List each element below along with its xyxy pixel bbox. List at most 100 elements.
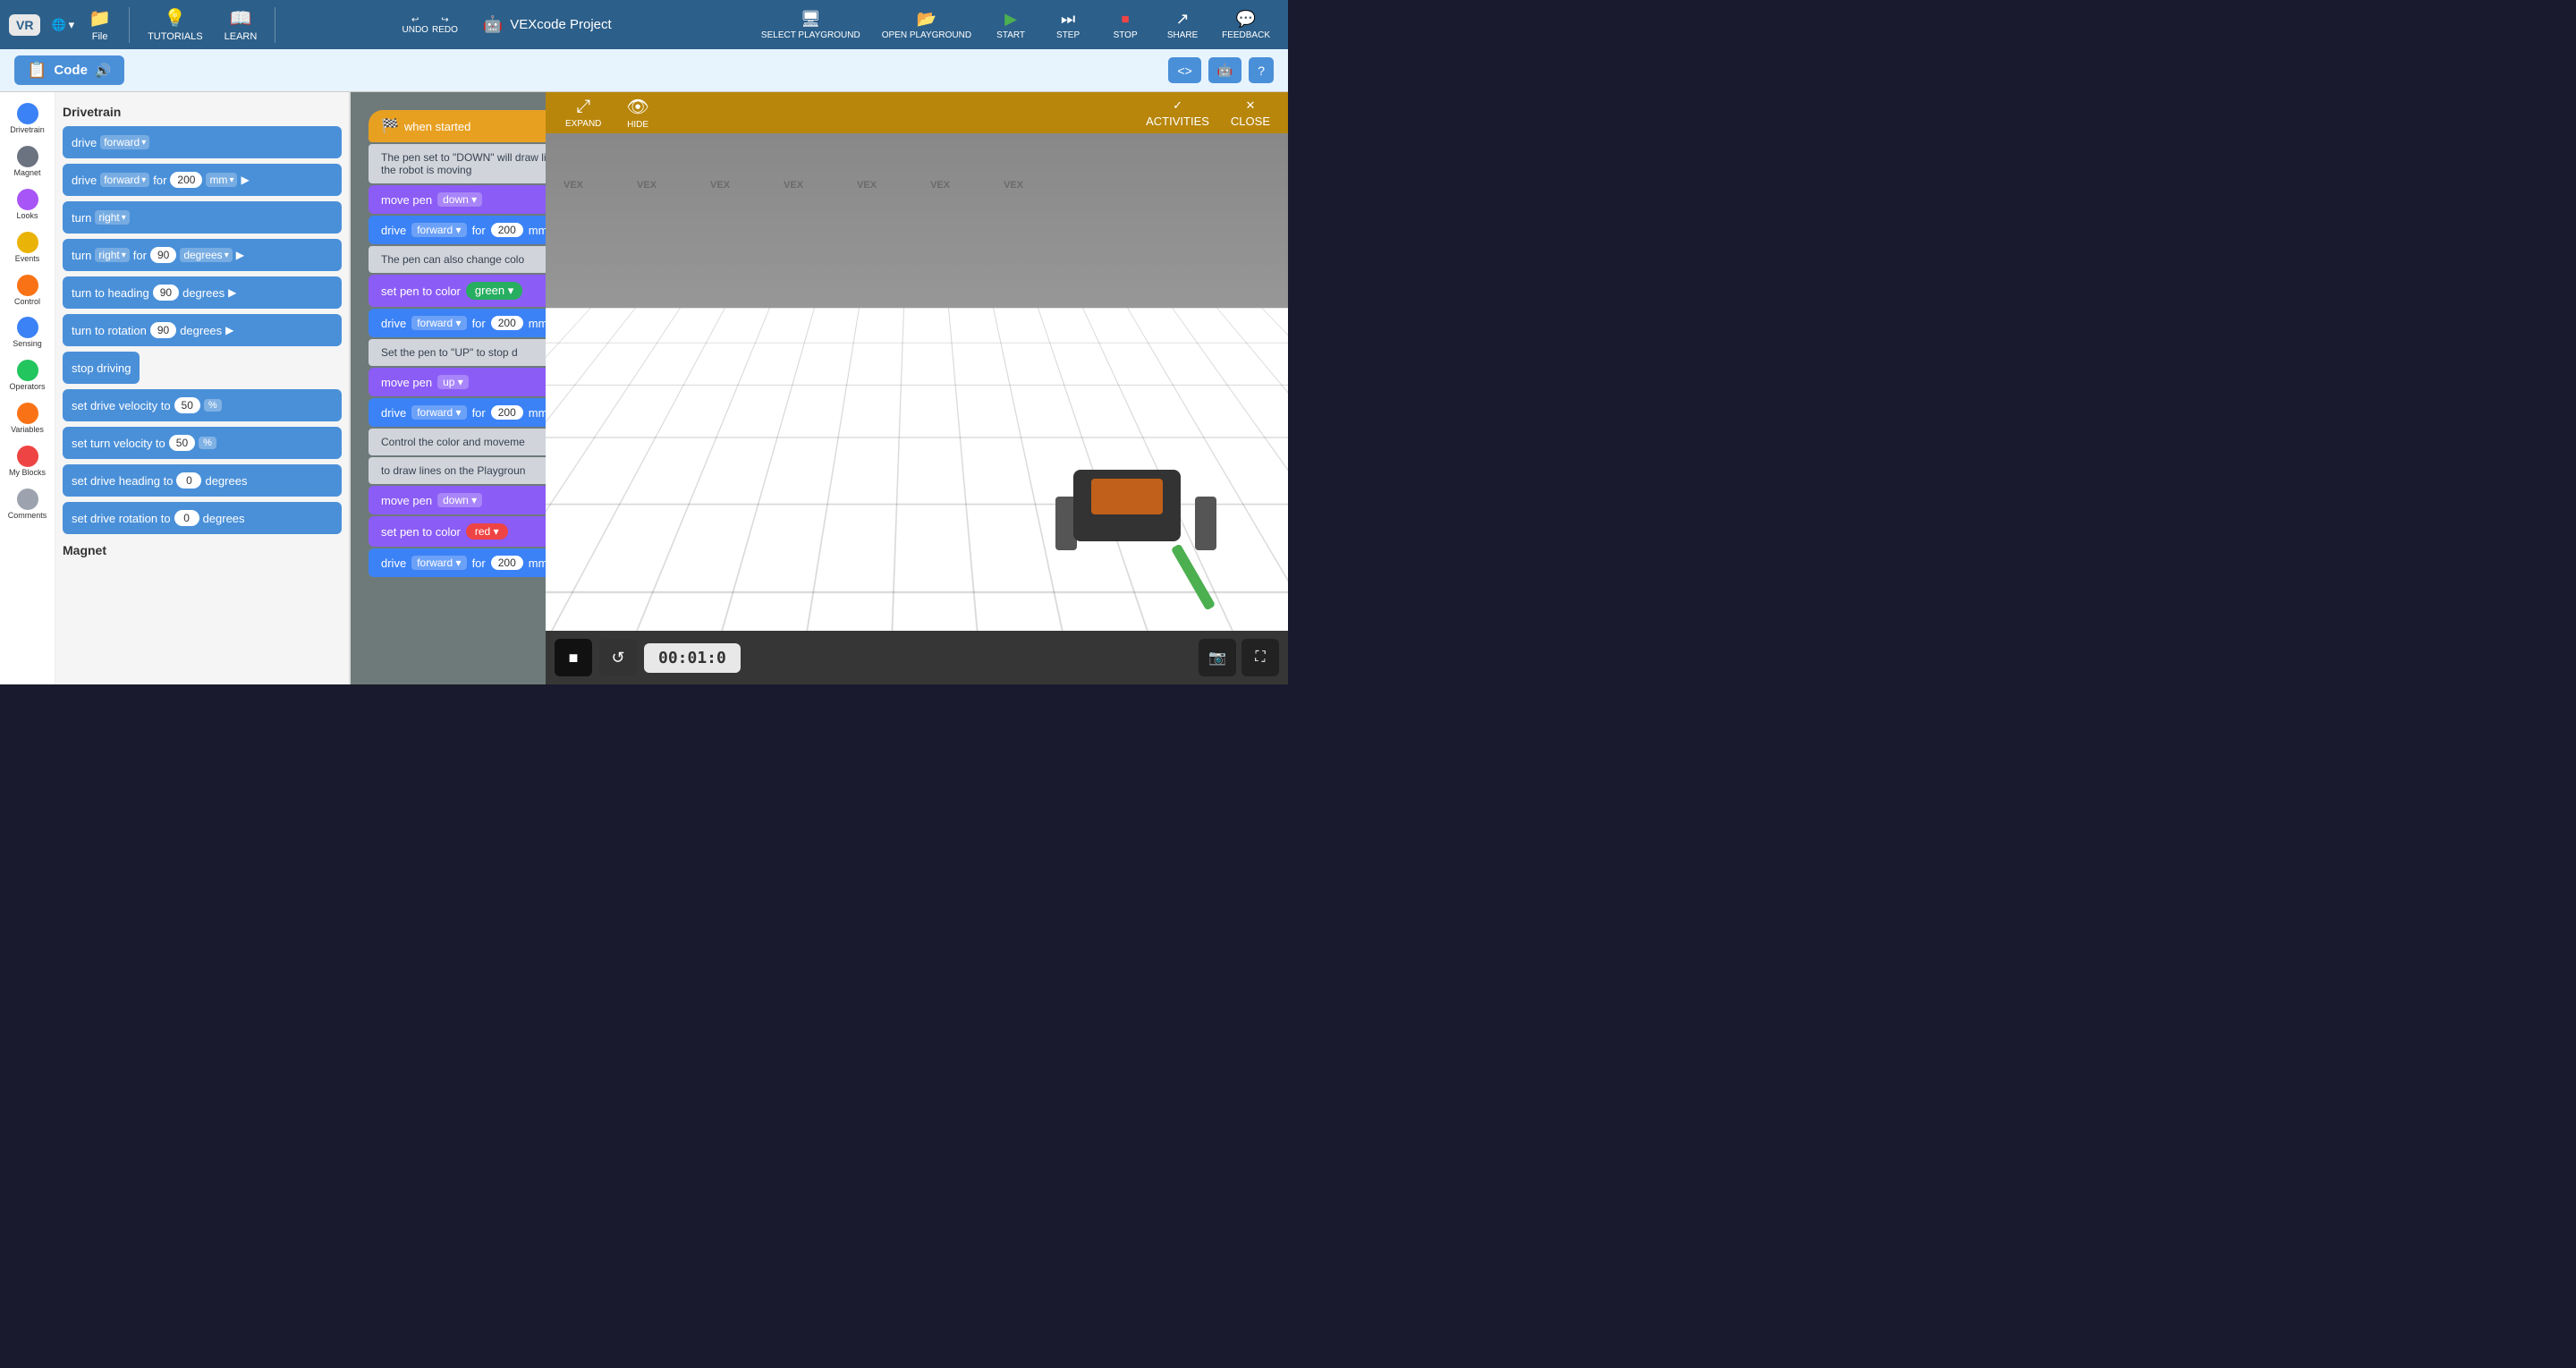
stop-label: STOP: [1114, 30, 1138, 40]
hide-label: HIDE: [627, 120, 648, 130]
block-sdv-pct: %: [204, 399, 222, 412]
code-tab[interactable]: 📋 Code 🔊: [14, 55, 124, 85]
share-btn[interactable]: ↗ SHARE: [1156, 6, 1209, 44]
block-set-drive-rotation[interactable]: set drive rotation to 0 degrees: [63, 502, 342, 534]
activities-btn[interactable]: ✓ ACTIVITIES: [1137, 95, 1218, 132]
learn-label: LEARN: [225, 31, 258, 42]
sidebar-item-variables[interactable]: Variables: [2, 399, 54, 438]
select-playground-btn[interactable]: 🖥 SELECT PLAYGROUND: [752, 6, 869, 44]
help-btn[interactable]: ?: [1249, 57, 1274, 83]
block-turn-right[interactable]: turn right ▾: [63, 201, 342, 234]
canvas-fwd3-dropdown[interactable]: forward ▾: [411, 405, 466, 420]
block-stv-input[interactable]: 50: [169, 435, 195, 451]
code-canvas[interactable]: 🏁 when started The pen set to "DOWN" wil…: [351, 92, 1288, 684]
canvas-drive4-text: drive: [381, 557, 406, 570]
expand-btn[interactable]: ⤢ EXPAND: [555, 93, 612, 132]
camera-btn[interactable]: 📷: [1199, 639, 1236, 676]
block-sdr-input[interactable]: 0: [174, 510, 199, 526]
categories-sidebar: Drivetrain Magnet Looks Events Control S…: [0, 92, 55, 684]
block-sdv-input[interactable]: 50: [174, 397, 200, 413]
feedback-btn[interactable]: 💬 FEEDBACK: [1213, 6, 1279, 44]
code-tab-icon: 📋: [27, 61, 47, 80]
block-90-input[interactable]: 90: [150, 247, 176, 263]
sim-close-btn[interactable]: ✕ CLOSE: [1222, 95, 1279, 132]
canvas-200-input3[interactable]: 200: [491, 405, 523, 420]
block-turn-to-heading[interactable]: turn to heading 90 degrees ▶: [63, 276, 342, 309]
open-playground-btn[interactable]: 📂 OPEN PLAYGROUND: [873, 6, 980, 44]
block-stv-pct: %: [199, 437, 216, 449]
sidebar-item-magnet[interactable]: Magnet: [2, 142, 54, 182]
block-turn-to-rotation[interactable]: turn to rotation 90 degrees ▶: [63, 314, 342, 346]
sidebar-item-operators[interactable]: Operators: [2, 356, 54, 395]
block-200-input[interactable]: 200: [170, 172, 202, 188]
canvas-fwd4-dropdown[interactable]: forward ▾: [411, 556, 466, 570]
block-set-drive-velocity[interactable]: set drive velocity to 50 %: [63, 389, 342, 421]
block-sdv-text: set drive velocity to: [72, 399, 171, 412]
pen-color-red[interactable]: red ▾: [466, 523, 508, 540]
sidebar-item-myblocks[interactable]: My Blocks: [2, 442, 54, 481]
pen-up-dropdown[interactable]: up ▾: [437, 375, 469, 389]
sidebar-item-drivetrain[interactable]: Drivetrain: [2, 99, 54, 139]
block-right2-dropdown[interactable]: right ▾: [95, 248, 129, 262]
globe-icon: 🌐: [51, 18, 65, 32]
block-forward2-dropdown[interactable]: forward ▾: [100, 173, 149, 187]
redo-label: REDO: [432, 25, 458, 35]
block-forward-dropdown[interactable]: forward ▾: [100, 135, 149, 149]
close-label: CLOSE: [1231, 115, 1270, 128]
vex-logo-strip: VEX VEX VEX VEX VEX VEX VEX: [546, 174, 1288, 196]
tooltip-4-text: Control the color and moveme: [381, 436, 525, 448]
file-menu[interactable]: 📁 File: [81, 4, 118, 46]
step-icon: ⏭: [1061, 10, 1075, 29]
main-layout: Drivetrain Magnet Looks Events Control S…: [0, 92, 1288, 684]
tutorials-icon: 💡: [164, 7, 186, 30]
sim-stop-btn[interactable]: ■: [555, 639, 592, 676]
move-pen-down2-text: move pen: [381, 494, 432, 507]
block-rotation-input[interactable]: 90: [150, 322, 176, 338]
block-set-turn-velocity[interactable]: set turn velocity to 50 %: [63, 427, 342, 459]
block-heading-input[interactable]: 90: [153, 285, 179, 301]
block-turn-right-90[interactable]: turn right ▾ for 90 degrees ▾ ▶: [63, 239, 342, 271]
block-drive-forward[interactable]: drive forward ▾: [63, 126, 342, 158]
block-right-dropdown[interactable]: right ▾: [95, 210, 129, 225]
code-view-btn[interactable]: <>: [1168, 57, 1200, 83]
pen-color-green[interactable]: green ▾: [466, 282, 522, 300]
events-dot: [17, 232, 38, 253]
globe-arrow: ▾: [69, 18, 75, 32]
fullscreen-btn[interactable]: ⛶: [1241, 639, 1279, 676]
vr-logo[interactable]: VR: [9, 14, 40, 36]
block-mm-dropdown[interactable]: mm ▾: [206, 173, 237, 187]
canvas-for2-text: for: [472, 317, 486, 330]
share-icon: ↗: [1176, 10, 1190, 29]
pen-down-dropdown[interactable]: down ▾: [437, 192, 482, 207]
start-btn[interactable]: ▶ START: [984, 6, 1038, 44]
redo-btn[interactable]: ↪ REDO: [432, 15, 458, 35]
globe-menu[interactable]: 🌐 ▾: [51, 18, 74, 32]
canvas-200-input[interactable]: 200: [491, 223, 523, 237]
tutorials-btn[interactable]: 💡 TUTORIALS: [140, 4, 210, 46]
pen-down2-dropdown[interactable]: down ▾: [437, 493, 482, 507]
sidebar-item-looks[interactable]: Looks: [2, 185, 54, 225]
learn-btn[interactable]: 📖 LEARN: [217, 4, 265, 46]
block-sdr-text: set drive rotation to: [72, 512, 171, 525]
block-sdh-input[interactable]: 0: [176, 472, 201, 489]
block-stop-driving[interactable]: stop driving: [63, 352, 140, 384]
canvas-fwd2-dropdown[interactable]: forward ▾: [411, 316, 466, 330]
sidebar-item-control[interactable]: Control: [2, 271, 54, 310]
stop-btn[interactable]: ⏹ STOP: [1098, 6, 1152, 44]
block-deg-dropdown[interactable]: degrees ▾: [180, 248, 232, 262]
sim-reset-btn[interactable]: ↺: [599, 639, 637, 676]
sidebar-item-sensing[interactable]: Sensing: [2, 313, 54, 353]
undo-btn[interactable]: ↩ UNDO: [402, 15, 428, 35]
step-btn[interactable]: ⏭ STEP: [1041, 6, 1095, 44]
hide-btn[interactable]: 👁 HIDE: [615, 92, 659, 133]
robot-view-btn[interactable]: 🤖: [1208, 57, 1241, 83]
block-set-drive-heading[interactable]: set drive heading to 0 degrees: [63, 464, 342, 497]
canvas-200-input2[interactable]: 200: [491, 316, 523, 330]
sidebar-item-events[interactable]: Events: [2, 228, 54, 268]
block-drive-forward-200[interactable]: drive forward ▾ for 200 mm ▾ ▶: [63, 164, 342, 196]
sensing-label: Sensing: [13, 340, 42, 349]
sidebar-item-comments[interactable]: Comments: [2, 485, 54, 524]
canvas-200-input4[interactable]: 200: [491, 556, 523, 570]
expand-icon: ⤢: [576, 97, 590, 117]
canvas-fwd-dropdown[interactable]: forward ▾: [411, 223, 466, 237]
